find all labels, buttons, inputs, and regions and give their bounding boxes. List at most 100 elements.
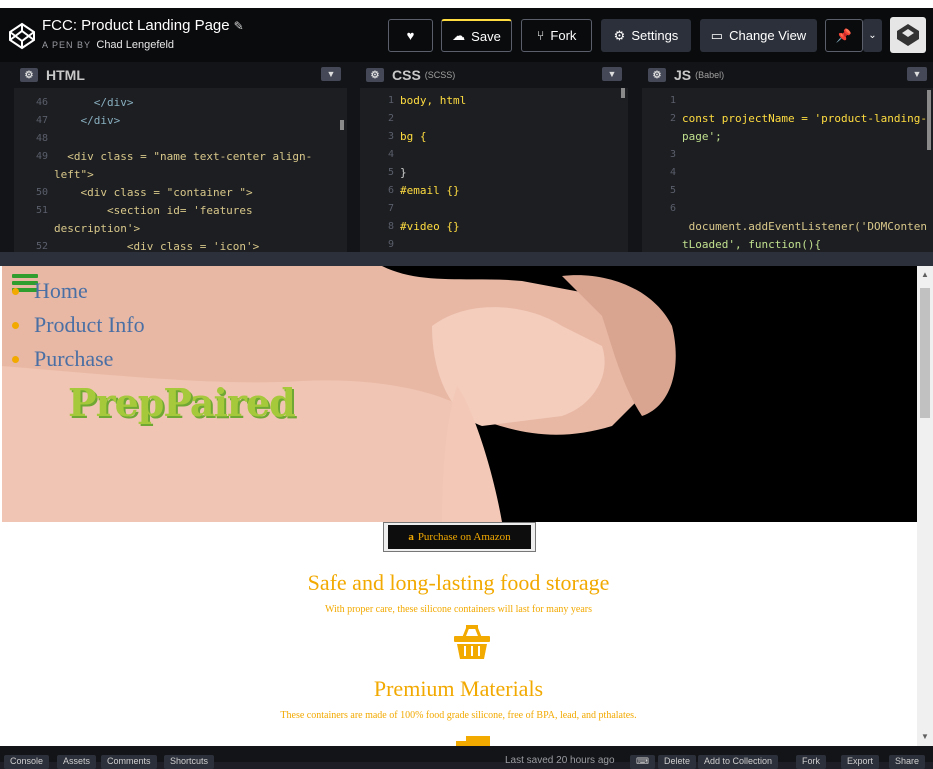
- purchase-button-wrapper: a Purchase on Amazon: [383, 522, 536, 552]
- code-line: </div>: [54, 114, 121, 127]
- nav-link-purchase[interactable]: Purchase: [12, 346, 145, 380]
- html-settings-icon[interactable]: ⚙: [20, 68, 38, 82]
- keyboard-icon[interactable]: ⌨: [630, 755, 655, 769]
- export-button[interactable]: Export: [841, 755, 880, 769]
- js-scrollbar[interactable]: [927, 90, 931, 150]
- delete-button[interactable]: Delete: [658, 755, 697, 769]
- line-number: 5: [669, 185, 676, 196]
- js-panel-title: JS: [674, 67, 692, 83]
- share-button[interactable]: Share: [889, 755, 926, 769]
- purchase-button-label: Purchase on Amazon: [417, 531, 511, 543]
- preview-iframe[interactable]: Home Product Info Purchase PrepPaired a …: [0, 266, 917, 746]
- html-code[interactable]: 46 </div> 47 </div> 48 49 <div class = "…: [14, 94, 347, 252]
- pen-title-text: FCC: Product Landing Page: [42, 17, 230, 34]
- footer-fork-button[interactable]: Fork: [796, 755, 826, 769]
- console-button[interactable]: Console: [4, 755, 50, 769]
- css-panel-header: ⚙ CSS (SCSS) ▼: [360, 62, 628, 88]
- preview-scrollbar[interactable]: ▲ ▼: [917, 266, 933, 746]
- resize-handle[interactable]: [0, 252, 933, 266]
- author-link[interactable]: Chad Lengefeld: [96, 39, 174, 51]
- comments-button[interactable]: Comments: [101, 755, 157, 769]
- change-view-button[interactable]: ▭ Change View: [700, 19, 817, 52]
- js-code[interactable]: 1 2 const projectName = 'product-landing-…: [642, 92, 933, 252]
- code-line: tLoaded', function(){: [682, 238, 822, 251]
- code-line: <section id= 'features: [54, 204, 253, 217]
- codepen-logo-icon[interactable]: [8, 22, 36, 50]
- code-line: <div class = "container ">: [54, 186, 253, 199]
- css-code[interactable]: 1 body, html 2 3 bg { 4 5} 6 #email {} 7 8 #…: [360, 92, 628, 252]
- fork-label: Fork: [550, 28, 577, 43]
- pencil-icon[interactable]: ✎: [234, 19, 244, 33]
- line-number: 1: [387, 95, 394, 106]
- feature-description: These containers are made of 100% food g…: [280, 710, 637, 721]
- pin-button[interactable]: 📌: [825, 19, 863, 52]
- assets-button[interactable]: Assets: [57, 755, 97, 769]
- save-button[interactable]: ☁ Save: [441, 19, 512, 52]
- line-number: 6: [387, 185, 394, 196]
- nav-link-home[interactable]: Home: [12, 278, 145, 312]
- css-preprocessor-label: (SCSS): [424, 70, 456, 80]
- js-preprocessor-label: (Babel): [695, 70, 725, 80]
- shortcuts-button[interactable]: Shortcuts: [164, 755, 215, 769]
- code-line: body, html: [400, 94, 467, 107]
- codepen-header: FCC: Product Landing Page ✎ A PEN BY Chad…: [0, 0, 933, 62]
- scrollbar-thumb[interactable]: [920, 288, 930, 418]
- avatar-icon: [893, 20, 923, 50]
- html-panel-header: ⚙ HTML ▼: [14, 62, 347, 88]
- js-panel-header: ⚙ JS (Babel) ▼: [642, 62, 933, 88]
- line-number: 49: [35, 151, 48, 162]
- code-line: }: [400, 166, 407, 179]
- love-button[interactable]: ♥: [388, 19, 433, 52]
- line-number: 46: [35, 97, 48, 108]
- fork-icon: ⑂: [536, 28, 545, 43]
- editor-area: ⚙ HTML ▼ 46 </div> 47 </div> 48 49 <div …: [0, 62, 933, 252]
- css-scrollbar[interactable]: [621, 88, 625, 98]
- purchase-on-amazon-button[interactable]: a Purchase on Amazon: [388, 525, 531, 549]
- feature-title: Premium Materials: [373, 676, 544, 701]
- chevron-down-icon: ⌄: [868, 30, 877, 41]
- line-number: 51: [35, 205, 48, 216]
- scroll-down-arrow-icon[interactable]: ▼: [921, 732, 929, 741]
- scroll-up-arrow-icon[interactable]: ▲: [921, 270, 929, 279]
- user-avatar[interactable]: [890, 17, 926, 53]
- line-number: 3: [387, 131, 394, 142]
- line-number: 2: [669, 113, 676, 124]
- css-panel-title: CSS: [392, 67, 421, 83]
- html-scrollbar[interactable]: [340, 120, 344, 130]
- pen-byline: A PEN BY Chad Lengefeld: [42, 39, 174, 51]
- chevron-down-icon[interactable]: ▼: [321, 67, 341, 81]
- line-number: 8: [387, 221, 394, 232]
- line-number: 5: [387, 167, 394, 178]
- line-number: 1: [669, 95, 676, 106]
- line-number: 9: [387, 239, 394, 250]
- html-panel-title: HTML: [46, 67, 85, 83]
- line-number: 3: [669, 149, 676, 160]
- fork-button[interactable]: ⑂ Fork: [521, 19, 592, 52]
- chevron-down-icon[interactable]: ▼: [602, 67, 622, 81]
- code-line: bg {: [400, 130, 427, 143]
- line-number: 52: [35, 241, 48, 252]
- chevron-down-icon[interactable]: ▼: [907, 67, 927, 81]
- settings-button[interactable]: ⚙ Settings: [601, 19, 691, 52]
- code-line: </div>: [54, 96, 134, 109]
- code-line: <div class = "name text-center align-: [54, 150, 313, 163]
- feature-description: With proper care, these silicone contain…: [324, 604, 592, 615]
- line-number: 2: [387, 113, 394, 124]
- line-number: 47: [35, 115, 48, 126]
- js-settings-icon[interactable]: ⚙: [648, 68, 666, 82]
- js-editor-panel[interactable]: ⚙ JS (Babel) ▼ 1 2 const projectName = 'p…: [642, 62, 933, 252]
- nav-link-product-info[interactable]: Product Info: [12, 312, 145, 346]
- css-settings-icon[interactable]: ⚙: [366, 68, 384, 82]
- code-line: page';: [682, 130, 722, 143]
- truck-icon: [456, 736, 490, 746]
- pin-dropdown-button[interactable]: ⌄: [863, 19, 882, 52]
- add-to-collection-button[interactable]: Add to Collection: [698, 755, 779, 769]
- css-editor-panel[interactable]: ⚙ CSS (SCSS) ▼ 1 body, html 2 3 bg { 4 5} …: [360, 62, 628, 252]
- pen-title[interactable]: FCC: Product Landing Page ✎: [42, 17, 244, 34]
- preview-nav: Home Product Info Purchase: [12, 278, 145, 380]
- html-editor-panel[interactable]: ⚙ HTML ▼ 46 </div> 47 </div> 48 49 <div …: [14, 62, 347, 252]
- code-line: <div class = 'icon'>: [54, 240, 260, 252]
- line-number: 4: [669, 167, 676, 178]
- code-line: const projectName = 'product-landing-: [682, 112, 928, 125]
- code-line: #video {}: [400, 220, 460, 233]
